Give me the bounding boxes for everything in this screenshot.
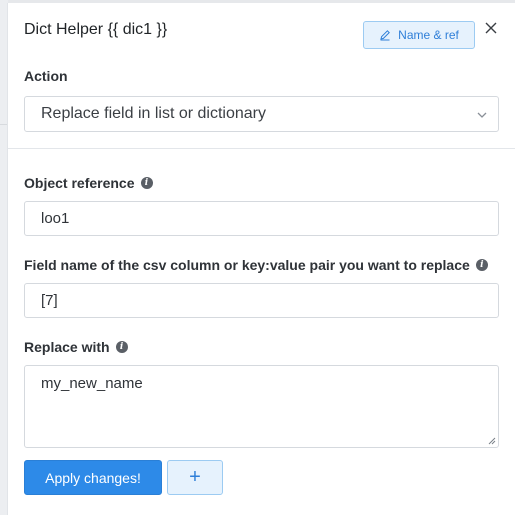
action-label-text: Action <box>24 68 68 84</box>
name-ref-button[interactable]: Name & ref <box>363 21 475 49</box>
action-selected-value: Replace field in list or dictionary <box>41 105 266 122</box>
info-icon[interactable]: i <box>115 341 128 353</box>
resize-handle-icon[interactable] <box>488 437 496 445</box>
field-name-label: Field name of the csv column or key:valu… <box>24 257 488 273</box>
name-ref-label: Name & ref <box>398 28 459 42</box>
plus-icon: + <box>189 466 201 488</box>
object-reference-label-text: Object reference <box>24 175 135 191</box>
replace-with-label-text: Replace with <box>24 339 110 355</box>
section-divider <box>8 148 515 149</box>
apply-changes-label: Apply changes! <box>45 469 141 486</box>
pencil-icon <box>380 30 391 41</box>
action-label: Action <box>24 68 68 84</box>
field-name-value: [7] <box>41 292 58 309</box>
panel-title: Dict Helper {{ dic1 }} <box>24 21 168 38</box>
field-name-label-text: Field name of the csv column or key:valu… <box>24 257 470 273</box>
object-reference-value: loo1 <box>41 210 70 227</box>
replace-with-value: my_new_name <box>41 375 143 392</box>
close-icon[interactable] <box>482 19 500 37</box>
dict-helper-panel: Dict Helper {{ dic1 }} Name & ref Action… <box>7 3 515 515</box>
object-reference-label: Object reference i <box>24 175 153 191</box>
info-icon[interactable]: i <box>475 259 488 271</box>
info-icon[interactable]: i <box>140 177 153 189</box>
replace-with-textarea[interactable]: my_new_name <box>24 365 499 448</box>
apply-changes-button[interactable]: Apply changes! <box>24 460 162 495</box>
object-reference-input[interactable]: loo1 <box>24 201 499 236</box>
chevron-down-icon <box>477 112 487 118</box>
field-name-input[interactable]: [7] <box>24 283 499 318</box>
action-select[interactable]: Replace field in list or dictionary <box>24 96 499 132</box>
replace-with-label: Replace with i <box>24 339 128 355</box>
add-button[interactable]: + <box>167 460 223 495</box>
